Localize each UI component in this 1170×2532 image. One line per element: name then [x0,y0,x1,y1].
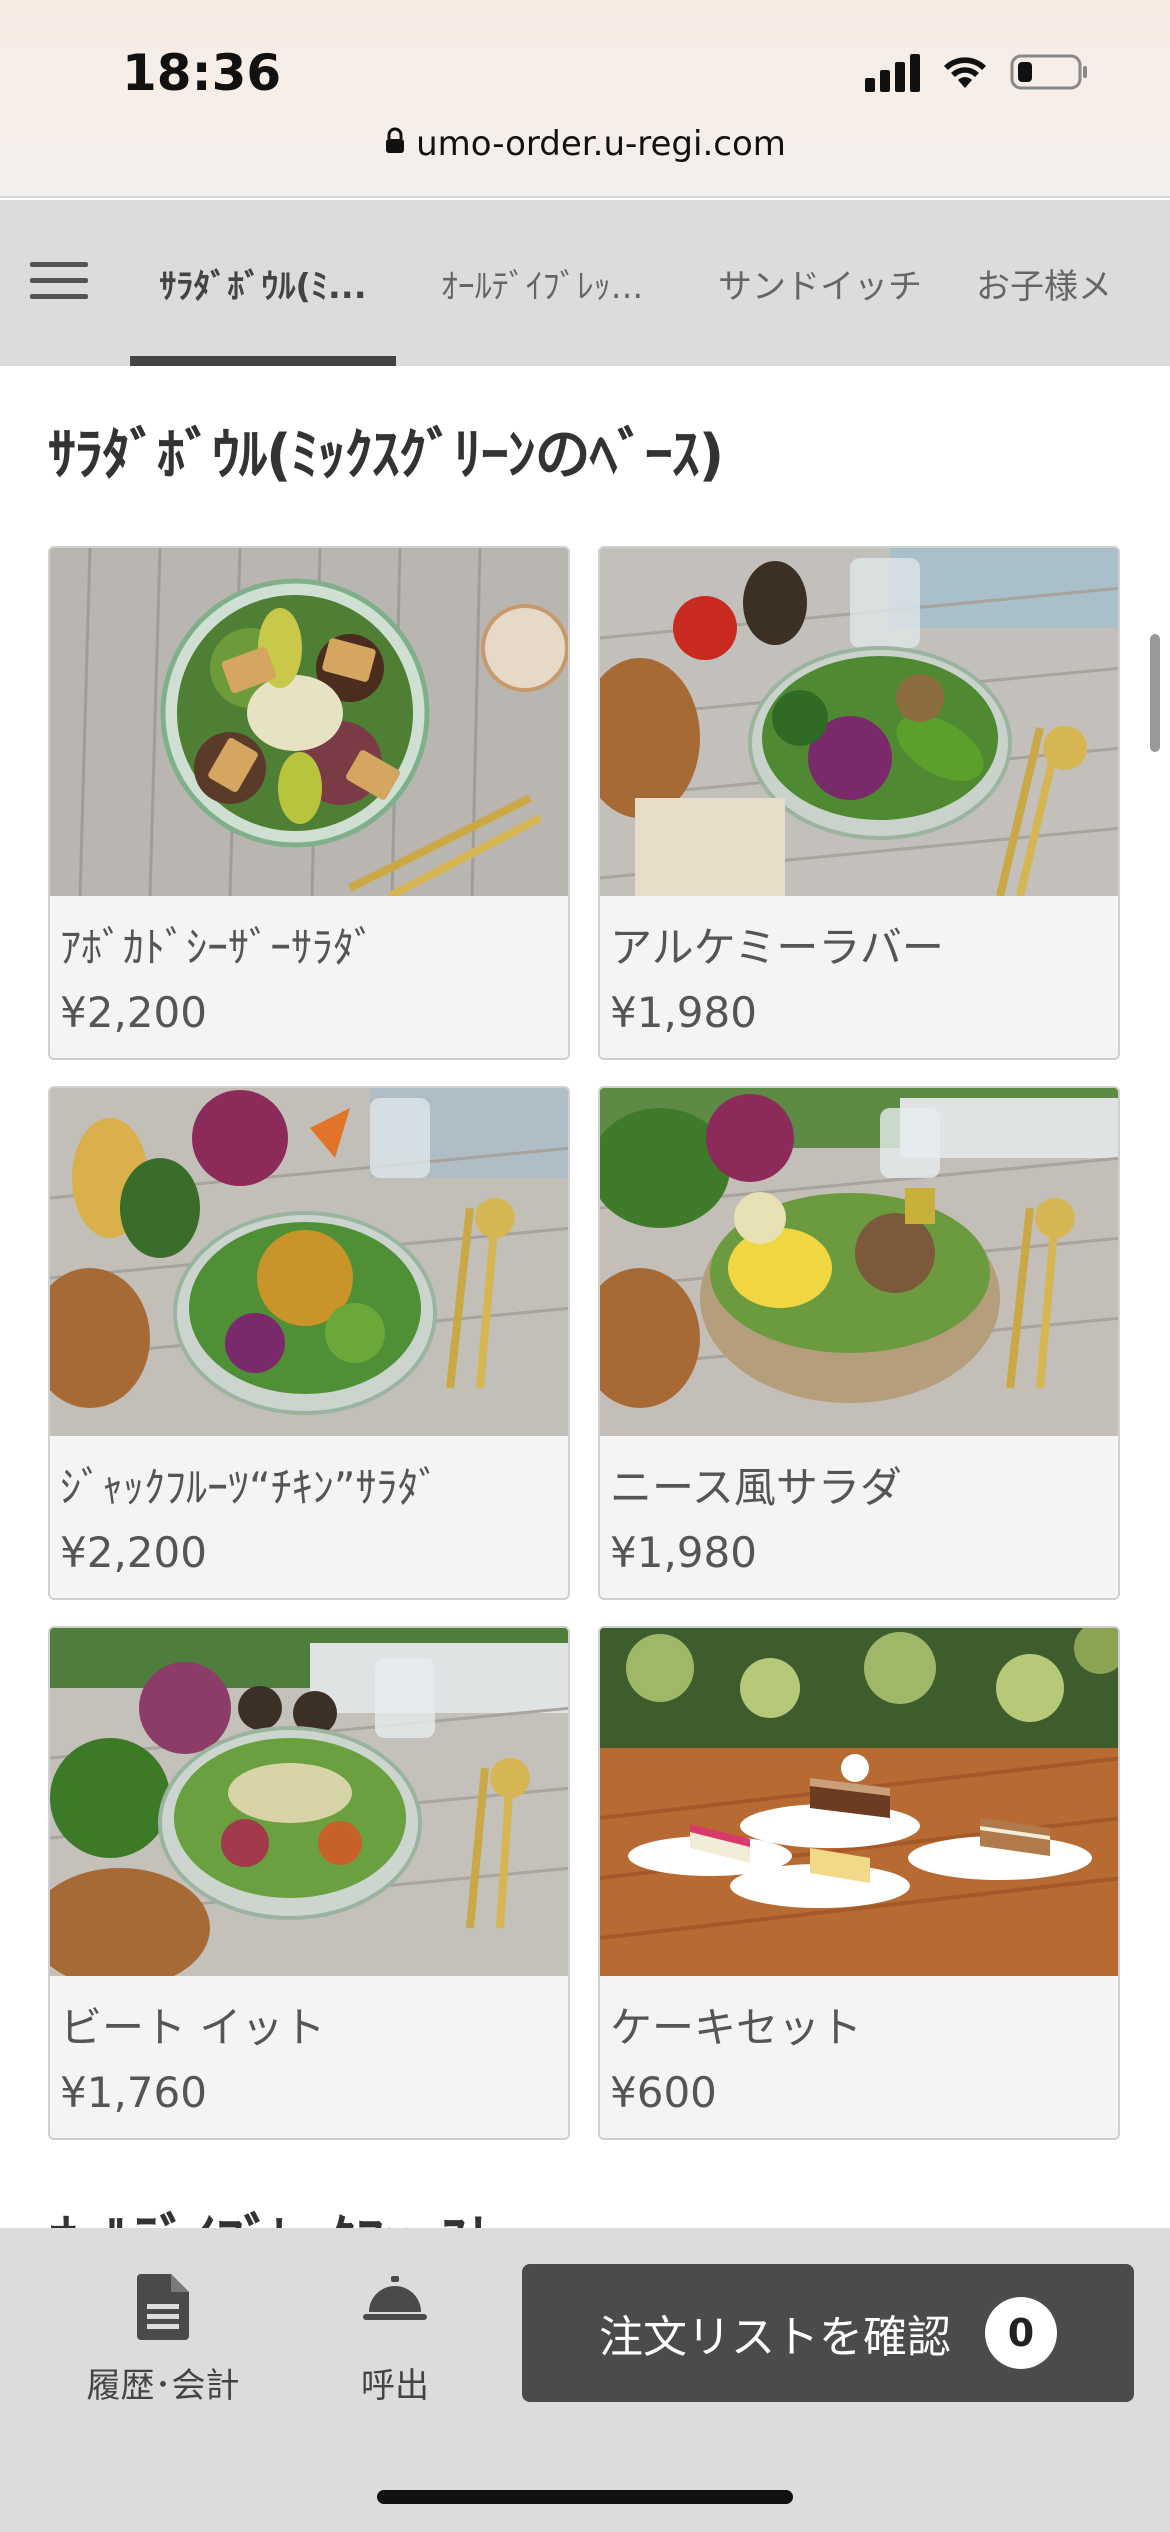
url-bar[interactable]: umo-order.u-regi.com [0,124,1170,164]
product-image [600,1088,1118,1436]
product-name: ニース風サラダ [610,1463,902,1512]
product-name: ケーキセット [610,2003,863,2052]
next-section-title: ｵｰﾙﾃﾞｲﾌﾞﾚｯｸﾌｧｰｽﾄ [48,2196,496,2232]
tab-kids-menu[interactable]: お子様メ [952,200,1170,366]
bell-icon [330,2274,460,2344]
product-card[interactable]: ケーキセット ¥600 [598,1626,1120,2140]
status-bar: 18:36 umo-order.u-regi.com [0,0,1170,198]
product-price: ¥1,760 [60,2068,207,2117]
wifi-icon [942,54,988,90]
home-indicator [377,2490,793,2504]
tab-salad-bowl[interactable]: ｻﾗﾀﾞﾎﾞｳﾙ(ﾐ... [130,200,396,366]
call-button[interactable]: 呼出 [330,2274,460,2407]
status-icons [865,52,1090,92]
category-nav: ｻﾗﾀﾞﾎﾞｳﾙ(ﾐ... ｵｰﾙﾃﾞｲﾌﾞﾚｯ... サンドイッチ お子様メ [0,200,1170,366]
hamburger-icon[interactable] [30,262,88,302]
signal-icon [865,52,920,92]
call-label: 呼出 [361,2366,429,2406]
product-card[interactable]: アルケミーラバー ¥1,980 [598,546,1120,1060]
tab-all-day-breakfast[interactable]: ｵｰﾙﾃﾞｲﾌﾞﾚｯ... [396,200,688,366]
document-icon [78,2274,248,2344]
scrollbar[interactable] [1150,634,1160,752]
product-card[interactable]: ビート イット ¥1,760 [48,1626,570,2140]
product-image [50,1088,568,1436]
product-card[interactable]: ｱﾎﾞｶﾄﾞｼｰｻﾞｰｻﾗﾀﾞ ¥2,200 [48,546,570,1060]
product-card[interactable]: ｼﾞｬｯｸﾌﾙｰﾂ“ﾁｷﾝ”ｻﾗﾀﾞ ¥2,200 [48,1086,570,1600]
product-name: ｱﾎﾞｶﾄﾞｼｰｻﾞｰｻﾗﾀﾞ [60,923,376,972]
product-card[interactable]: ニース風サラダ ¥1,980 [598,1086,1120,1600]
status-time: 18:36 [122,44,282,102]
product-price: ¥2,200 [60,1528,207,1577]
order-list-label: 注文リストを確認 [599,2312,951,2363]
url-text: umo-order.u-regi.com [416,124,786,164]
history-button[interactable]: 履歴･会計 [78,2274,248,2407]
product-image [50,1628,568,1976]
product-image [600,1628,1118,1976]
category-tabs: ｻﾗﾀﾞﾎﾞｳﾙ(ﾐ... ｵｰﾙﾃﾞｲﾌﾞﾚｯ... サンドイッチ お子様メ [130,200,1170,366]
bottom-bar: 履歴･会計 呼出 注文リストを確認 0 [0,2228,1170,2532]
history-label: 履歴･会計 [86,2366,240,2406]
product-price: ¥1,980 [610,1528,757,1577]
product-price: ¥1,980 [610,988,757,1037]
order-list-button[interactable]: 注文リストを確認 0 [522,2264,1134,2402]
product-image [600,548,1118,896]
order-count-badge: 0 [985,2297,1057,2369]
lock-icon [384,124,406,164]
product-image [50,548,568,896]
product-name: ビート イット [60,2003,326,2052]
product-name: アルケミーラバー [610,923,944,972]
product-price: ¥600 [610,2068,717,2117]
battery-icon [1010,52,1090,92]
product-price: ¥2,200 [60,988,207,1037]
product-name: ｼﾞｬｯｸﾌﾙｰﾂ“ﾁｷﾝ”ｻﾗﾀﾞ [60,1463,440,1512]
section-title: ｻﾗﾀﾞﾎﾞｳﾙ(ﾐｯｸｽｸﾞﾘｰﾝのﾍﾞｰｽ) [48,423,724,488]
tab-sandwich[interactable]: サンドイッチ [688,200,952,366]
